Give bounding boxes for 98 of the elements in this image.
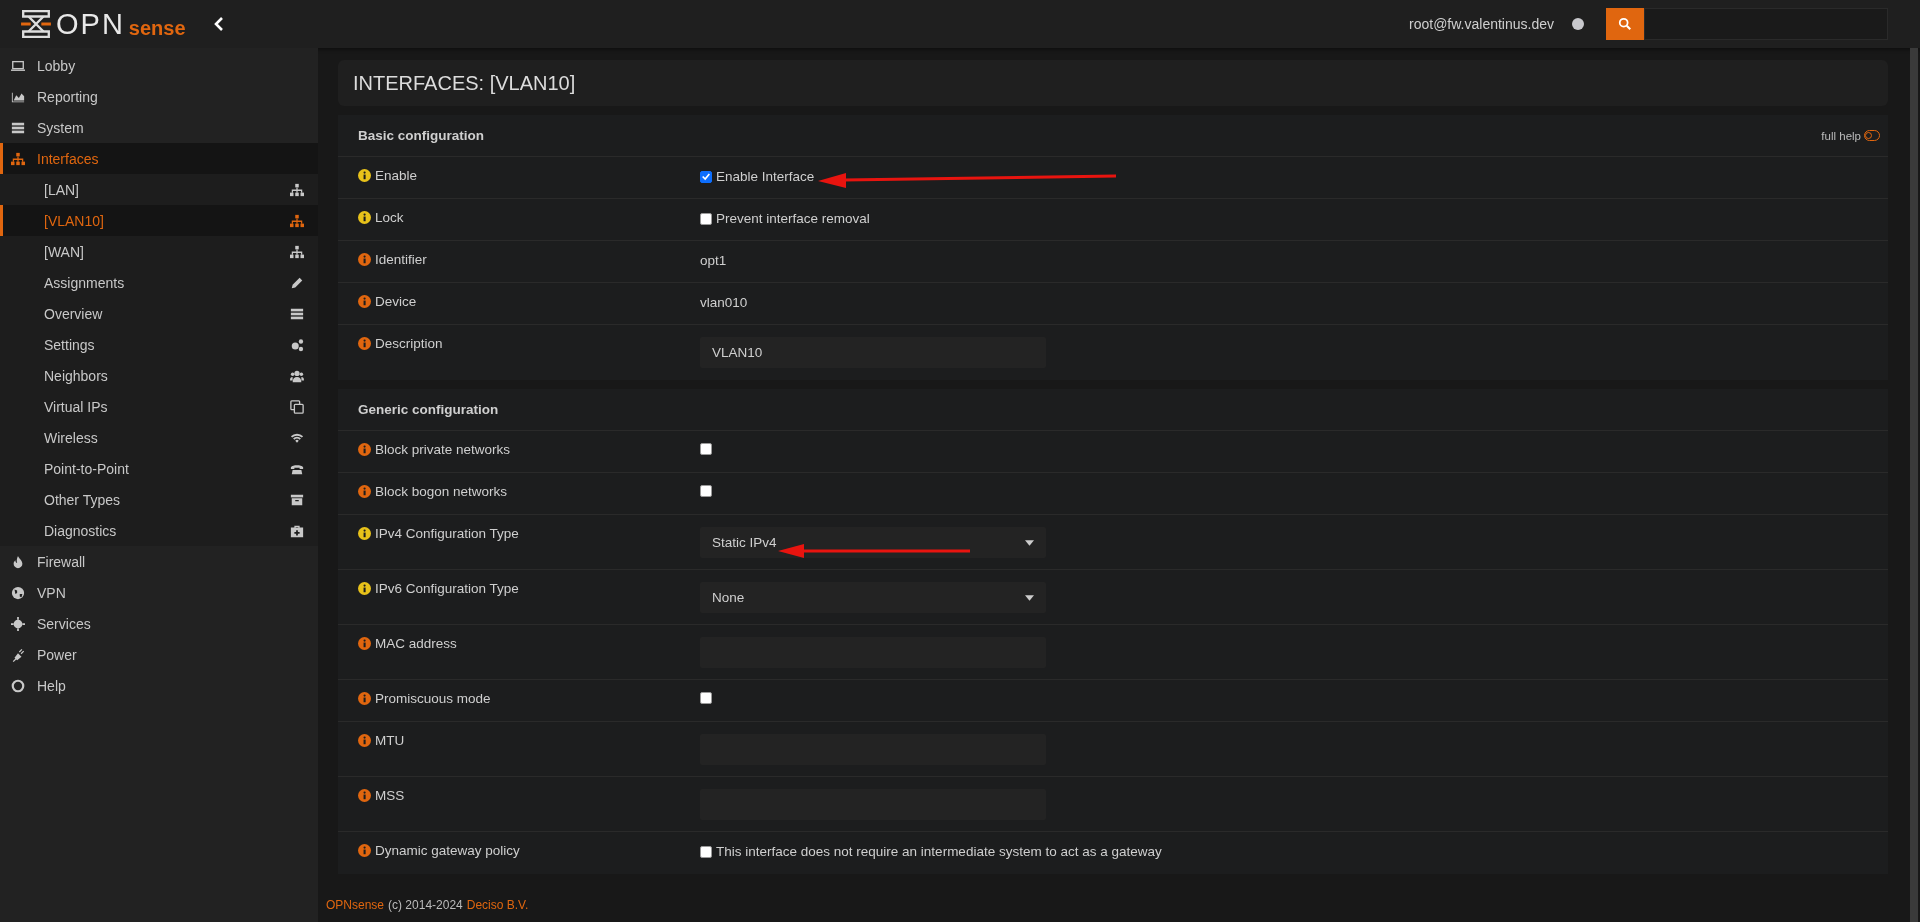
- search-icon: [1618, 17, 1632, 31]
- page-title: INTERFACES: [VLAN10]: [353, 71, 576, 95]
- input-field[interactable]: VLAN10: [700, 337, 1046, 368]
- pencil-icon: [290, 275, 304, 290]
- sidebar-item[interactable]: Interfaces: [0, 143, 318, 174]
- field-value: vlan010: [700, 295, 748, 310]
- field-value: opt1: [700, 253, 727, 268]
- field-label: Block bogon networks: [375, 484, 508, 499]
- field-label: MSS: [375, 788, 405, 803]
- field-label: Description: [375, 336, 443, 351]
- medkit-icon: [290, 523, 304, 538]
- sidebar-subitem[interactable]: Wireless: [0, 422, 318, 453]
- sidebar-subitem[interactable]: Diagnostics: [0, 515, 318, 546]
- field-label: IPv4 Configuration Type: [375, 526, 519, 541]
- info-icon[interactable]: [358, 485, 371, 498]
- sidebar-subitem[interactable]: [LAN]: [0, 174, 318, 205]
- network-tree-icon: [290, 244, 304, 259]
- info-icon[interactable]: [358, 734, 371, 747]
- plug-icon: [11, 647, 25, 662]
- sidebar-subitem[interactable]: Overview: [0, 298, 318, 329]
- info-icon[interactable]: [358, 169, 371, 182]
- info-icon[interactable]: [358, 211, 371, 224]
- info-icon[interactable]: [358, 637, 371, 650]
- network-tree-icon: [11, 151, 25, 166]
- checkbox[interactable]: [700, 212, 712, 225]
- info-icon[interactable]: [358, 789, 371, 802]
- brand-link[interactable]: OPNsense: [326, 897, 385, 912]
- sidebar-subitem[interactable]: Neighbors: [0, 360, 318, 391]
- globe-icon: [11, 585, 25, 600]
- logo-text: OPN: [56, 9, 125, 39]
- checkbox-label[interactable]: Enable Interface: [716, 169, 815, 184]
- sidebar-subitem[interactable]: Settings: [0, 329, 318, 360]
- sidebar-item[interactable]: Power: [0, 639, 318, 670]
- checkbox[interactable]: [700, 485, 712, 497]
- checkbox-label[interactable]: This interface does not require an intermediate system to act as a gateway: [716, 844, 1162, 859]
- full-help-label: full help: [1821, 129, 1861, 142]
- sidebar-item[interactable]: System: [0, 112, 318, 143]
- server-icon: [11, 120, 25, 135]
- sidebar-subitem[interactable]: Other Types: [0, 484, 318, 515]
- info-icon[interactable]: [358, 253, 371, 266]
- sidebar-item[interactable]: Reporting: [0, 81, 318, 112]
- checkbox[interactable]: [700, 692, 712, 704]
- archive-icon: [290, 492, 304, 507]
- search-field[interactable]: [1644, 8, 1888, 40]
- network-tree-icon: [290, 213, 304, 228]
- info-icon[interactable]: [358, 692, 371, 705]
- select-dropdown[interactable]: Static IPv4: [700, 527, 1046, 558]
- sidebar-item[interactable]: Firewall: [0, 546, 318, 577]
- info-icon[interactable]: [358, 337, 371, 350]
- info-icon[interactable]: [358, 844, 371, 857]
- field-label: Identifier: [375, 252, 427, 267]
- field-label: MAC address: [375, 636, 457, 651]
- company-link[interactable]: Deciso B.V.: [466, 897, 529, 912]
- copy-icon: [290, 399, 304, 414]
- network-tree-icon: [290, 182, 304, 197]
- search-button[interactable]: [1606, 8, 1644, 40]
- caret-icon: [1025, 594, 1034, 601]
- users-icon: [290, 368, 304, 383]
- scrollbar[interactable]: [1910, 48, 1918, 922]
- sidebar-subitem[interactable]: Point-to-Point: [0, 453, 318, 484]
- section-title: Basic configuration: [358, 128, 484, 143]
- sidebar-subitem[interactable]: [VLAN10]: [0, 205, 318, 236]
- checkbox[interactable]: [700, 443, 712, 455]
- caret-icon: [1025, 539, 1034, 546]
- checkbox-label[interactable]: Prevent interface removal: [716, 211, 870, 226]
- info-icon[interactable]: [358, 527, 371, 540]
- sidebar-subitem[interactable]: Assignments: [0, 267, 318, 298]
- footer-text: OPNsense (c) 2014-2024 Deciso B.V.: [325, 896, 530, 914]
- chevron-left-icon[interactable]: [213, 17, 224, 31]
- checkbox[interactable]: [700, 170, 712, 183]
- info-icon[interactable]: [358, 443, 371, 456]
- info-icon[interactable]: [358, 295, 371, 308]
- field-label: Enable: [375, 168, 418, 183]
- sidebar-item[interactable]: VPN: [0, 577, 318, 608]
- user-name[interactable]: root@fw.valentinus.dev: [1409, 16, 1554, 32]
- field-label: IPv6 Configuration Type: [375, 581, 519, 596]
- settings-icon: [11, 616, 25, 631]
- field-label: Promiscuous mode: [375, 691, 491, 706]
- field-label: Dynamic gateway policy: [375, 843, 520, 858]
- sidebar-item[interactable]: Lobby: [0, 50, 318, 81]
- logo-icon: [20, 9, 52, 39]
- status-dot-icon: [1572, 18, 1584, 30]
- field-label: Device: [375, 294, 417, 309]
- field-label: Lock: [375, 210, 404, 225]
- list-icon: [290, 306, 304, 321]
- select-dropdown[interactable]: None: [700, 582, 1046, 613]
- section-title: Generic configuration: [358, 402, 499, 417]
- sidebar-item[interactable]: Help: [0, 670, 318, 701]
- field-label: MTU: [375, 733, 405, 748]
- flame-icon: [11, 554, 25, 569]
- sidebar-item[interactable]: Services: [0, 608, 318, 639]
- info-icon[interactable]: [358, 582, 371, 595]
- sidebar-subitem[interactable]: [WAN]: [0, 236, 318, 267]
- field-label: Block private networks: [375, 442, 511, 457]
- logo-text-accent: sense: [128, 17, 186, 39]
- laptop-icon: [11, 58, 25, 73]
- sidebar-subitem[interactable]: Virtual IPs: [0, 391, 318, 422]
- checkbox[interactable]: [700, 845, 712, 858]
